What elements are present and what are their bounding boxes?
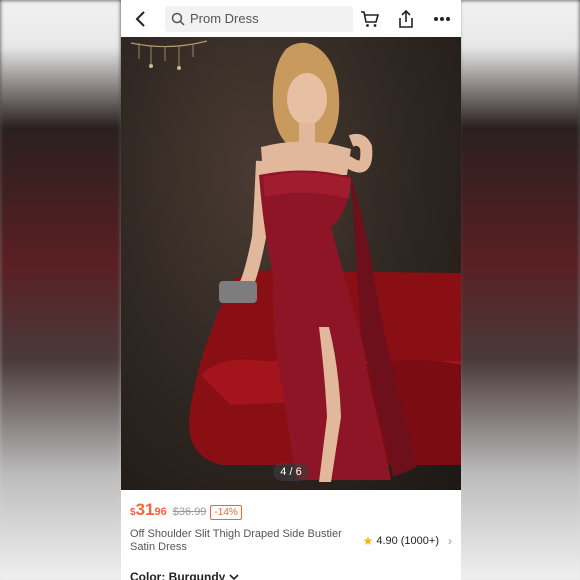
star-icon: ★ [362, 534, 374, 548]
chevron-down-icon [229, 574, 239, 580]
search-input[interactable]: Prom Dress [165, 5, 353, 32]
share-button[interactable] [395, 8, 417, 30]
cart-button[interactable] [359, 8, 381, 30]
share-icon [399, 9, 413, 28]
back-button[interactable] [129, 7, 153, 31]
more-button[interactable] [431, 8, 453, 30]
price-decimal: .96 [151, 506, 167, 518]
rating-summary[interactable]: ★ 4.90 (1000+) › [363, 528, 452, 554]
background-blur-right [459, 0, 580, 580]
more-icon [434, 16, 450, 21]
search-query: Prom Dress [190, 11, 259, 26]
product-title: Off Shoulder Slit Thigh Draped Side Bust… [130, 528, 342, 553]
discount-badge: -14% [210, 505, 242, 520]
price-row: $31.96 $36.99 -14% [130, 500, 452, 520]
chevron-right-icon: › [448, 534, 452, 548]
background-blur-left [0, 0, 121, 580]
model-in-dress [219, 42, 417, 482]
product-image[interactable]: 4 / 6 [121, 37, 461, 490]
image-counter: 4 / 6 [273, 463, 309, 481]
sale-price: $31.96 [130, 500, 167, 520]
product-info: $31.96 $36.99 -14% Off Shoulder Slit Thi… [121, 490, 461, 580]
color-selector[interactable]: Color: Burgundy [130, 570, 452, 580]
cart-icon [361, 10, 380, 27]
top-bar: Prom Dress [121, 0, 461, 37]
chevron-left-icon [135, 10, 145, 27]
color-label: Color: Burgundy [130, 570, 226, 580]
rating-value: 4.90 [376, 535, 398, 547]
original-price: $36.99 [172, 506, 207, 518]
search-icon [171, 12, 185, 26]
review-count: (1000+) [400, 535, 439, 547]
chandelier-decor [130, 40, 208, 70]
app-screen: Prom Dress 4 / 6 $31.96 $36.99 -14% Off … [121, 0, 461, 580]
